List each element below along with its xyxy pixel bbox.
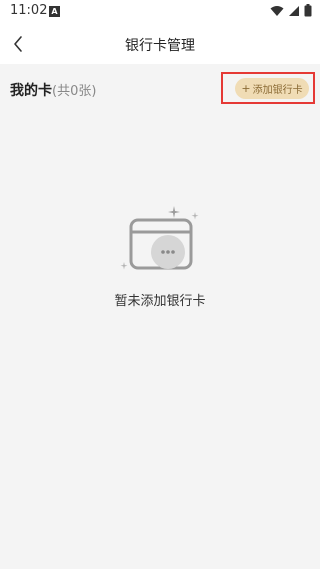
add-card-highlight: + 添加银行卡 bbox=[221, 72, 315, 104]
status-icons bbox=[270, 4, 312, 17]
nav-bar: 银行卡管理 bbox=[0, 24, 320, 64]
wifi-icon bbox=[270, 5, 284, 16]
my-cards-count: (共0张) bbox=[52, 84, 97, 99]
status-badge: A bbox=[49, 6, 60, 17]
signal-icon bbox=[289, 5, 299, 16]
my-cards-label: 我的卡 bbox=[10, 83, 52, 99]
add-card-button[interactable]: + 添加银行卡 bbox=[235, 78, 309, 99]
empty-message: 暂未添加银行卡 bbox=[114, 294, 206, 309]
plus-icon: + bbox=[241, 82, 251, 95]
status-time: 11:02 bbox=[10, 3, 48, 18]
card-empty-icon bbox=[120, 206, 199, 270]
add-card-label: 添加银行卡 bbox=[252, 85, 303, 96]
status-bar: 11:02 A bbox=[0, 0, 320, 24]
page-title: 银行卡管理 bbox=[125, 38, 195, 54]
battery-icon bbox=[304, 4, 312, 17]
my-cards-title: 我的卡(共0张) bbox=[10, 80, 96, 100]
